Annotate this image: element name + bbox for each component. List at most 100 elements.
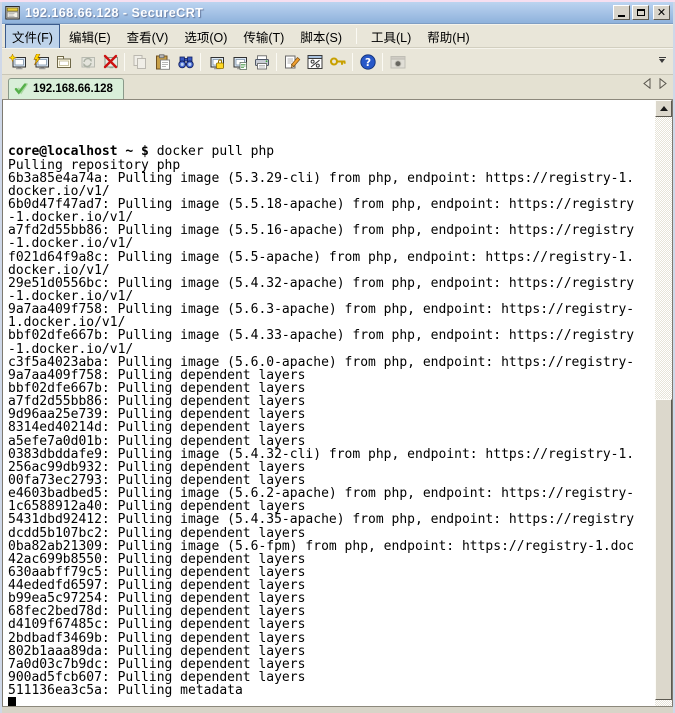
reconnect-button[interactable] — [75, 51, 98, 73]
connect-tab-icon — [55, 54, 73, 70]
terminal-line: a5efe7a0d01b: Pulling dependent layers — [8, 435, 655, 448]
scroll-up-arrow-icon — [660, 102, 668, 111]
tab-scroll-left-icon[interactable] — [643, 76, 651, 94]
terminal-line: f021d64f9a8c: Pulling image (5.5-apache)… — [8, 251, 655, 264]
copy-button[interactable] — [128, 51, 151, 73]
log-session-button[interactable] — [204, 51, 227, 73]
key-agent-icon — [329, 54, 347, 70]
terminal-line: d4109f67485c: Pulling dependent layers — [8, 618, 655, 631]
terminal-line: Pulling repository php — [8, 159, 655, 172]
terminal-line: 5431dbd92412: Pulling image (5.4.35-apac… — [8, 513, 655, 526]
paste-icon — [154, 54, 172, 70]
terminal-line: 6b3a85e4a74a: Pulling image (5.3.29-cli)… — [8, 172, 655, 185]
terminal-line: docker.io/v1/ — [8, 264, 655, 277]
securecrt-window: 192.168.66.128 - SecureCRT ✕ 文件(F)编辑(E)查… — [0, 2, 675, 713]
vertical-scrollbar[interactable] — [655, 100, 672, 706]
disconnect-button[interactable] — [98, 51, 121, 73]
terminal-output[interactable]: core@localhost ~ $ docker pull phpPullin… — [3, 100, 655, 706]
tab-scroll-right-icon[interactable] — [659, 76, 667, 94]
prompt-line: core@localhost ~ $ docker pull php — [8, 145, 655, 158]
connected-check-icon — [14, 83, 29, 95]
print-button[interactable] — [250, 51, 273, 73]
print-icon — [253, 54, 271, 70]
key-agent-button[interactable] — [326, 51, 349, 73]
minimize-button[interactable] — [613, 5, 630, 20]
session-options-icon — [283, 54, 301, 70]
web-icon — [389, 54, 407, 70]
menu-item-2[interactable]: 查看(V) — [120, 24, 176, 49]
help-button[interactable] — [356, 51, 379, 73]
toolbar-overflow-icon[interactable] — [655, 57, 669, 66]
toolbar-separator — [124, 53, 125, 71]
terminal-line: 42ac699b8550: Pulling dependent layers — [8, 553, 655, 566]
close-icon: ✕ — [657, 7, 666, 18]
toolbar-separator — [352, 53, 353, 71]
terminal-cursor — [8, 697, 16, 706]
scrollbar-thumb[interactable] — [655, 399, 672, 700]
terminal-line: 29e51d0556bc: Pulling image (5.4.32-apac… — [8, 277, 655, 290]
disconnect-icon — [101, 54, 119, 70]
menu-item-7[interactable]: 帮助(H) — [420, 24, 476, 49]
terminal-line: 8314ed40214d: Pulling dependent layers — [8, 421, 655, 434]
terminal-line: 2bdbadf3469b: Pulling dependent layers — [8, 632, 655, 645]
quick-connect-button[interactable] — [29, 51, 52, 73]
file-transfer-icon — [230, 54, 248, 70]
toolbar — [2, 48, 673, 75]
session-options-button[interactable] — [280, 51, 303, 73]
terminal-line: -1.docker.io/v1/ — [8, 343, 655, 356]
app-icon[interactable] — [5, 5, 21, 21]
file-transfer-button[interactable] — [227, 51, 250, 73]
paste-button[interactable] — [151, 51, 174, 73]
terminal-line: 0383dbddafe9: Pulling image (5.4.32-cli)… — [8, 448, 655, 461]
reconnect-icon — [78, 54, 96, 70]
window-title: 192.168.66.128 - SecureCRT — [25, 6, 609, 20]
window-bottom-frame — [2, 706, 673, 713]
toolbar-separator — [200, 53, 201, 71]
global-options-icon — [306, 54, 324, 70]
menu-item-5[interactable]: 脚本(S) — [293, 24, 349, 49]
terminal-line: -1.docker.io/v1/ — [8, 237, 655, 250]
new-session-icon — [9, 54, 27, 70]
terminal-line: docker.io/v1/ — [8, 185, 655, 198]
toolbar-separator — [382, 53, 383, 71]
quick-connect-icon — [32, 54, 50, 70]
terminal-line: 9a7aa409f758: Pulling dependent layers — [8, 369, 655, 382]
title-bar[interactable]: 192.168.66.128 - SecureCRT ✕ — [2, 2, 673, 24]
new-session-button[interactable] — [6, 51, 29, 73]
terminal-line: c3f5a4023aba: Pulling image (5.6.0-apach… — [8, 356, 655, 369]
web-button[interactable] — [386, 51, 409, 73]
menu-item-1[interactable]: 编辑(E) — [62, 24, 118, 49]
session-tab-label: 192.168.66.128 — [33, 83, 113, 95]
connect-tab-button[interactable] — [52, 51, 75, 73]
menu-separator — [356, 28, 357, 44]
close-button[interactable]: ✕ — [653, 5, 670, 20]
global-options-button[interactable] — [303, 51, 326, 73]
menu-item-0[interactable]: 文件(F) — [5, 24, 60, 49]
help-icon — [359, 54, 377, 70]
terminal-line — [8, 119, 655, 132]
cursor-line — [8, 697, 655, 706]
tab-bar: 192.168.66.128 — [2, 75, 673, 100]
terminal-line: 511136ea3c5a: Pulling metadata — [8, 684, 655, 697]
terminal-line: 802b1aaa89da: Pulling dependent layers — [8, 645, 655, 658]
terminal-line: bbf02dfe667b: Pulling image (5.4.33-apac… — [8, 329, 655, 342]
menu-item-6[interactable]: 工具(L) — [364, 24, 418, 49]
maximize-icon — [637, 9, 645, 16]
terminal-line — [8, 106, 655, 119]
session-tab[interactable]: 192.168.66.128 — [8, 78, 124, 99]
maximize-button[interactable] — [632, 5, 649, 20]
menu-item-4[interactable]: 传输(T) — [236, 24, 291, 49]
find-button[interactable] — [174, 51, 197, 73]
menu-bar: 文件(F)编辑(E)查看(V)选项(O)传输(T)脚本(S) 工具(L)帮助(H) — [2, 24, 673, 48]
terminal-line: 0ba82ab21309: Pulling image (5.6-fpm) fr… — [8, 540, 655, 553]
window-controls: ✕ — [613, 5, 670, 20]
copy-icon — [131, 54, 149, 70]
menu-item-3[interactable]: 选项(O) — [177, 24, 234, 49]
minimize-icon — [618, 15, 625, 17]
log-session-icon — [207, 54, 225, 70]
find-icon — [177, 54, 195, 70]
terminal-line: 256ac99db932: Pulling dependent layers — [8, 461, 655, 474]
toolbar-separator — [276, 53, 277, 71]
terminal-line: dcdd5b107bc2: Pulling dependent layers — [8, 527, 655, 540]
scroll-up-button[interactable] — [655, 100, 672, 117]
